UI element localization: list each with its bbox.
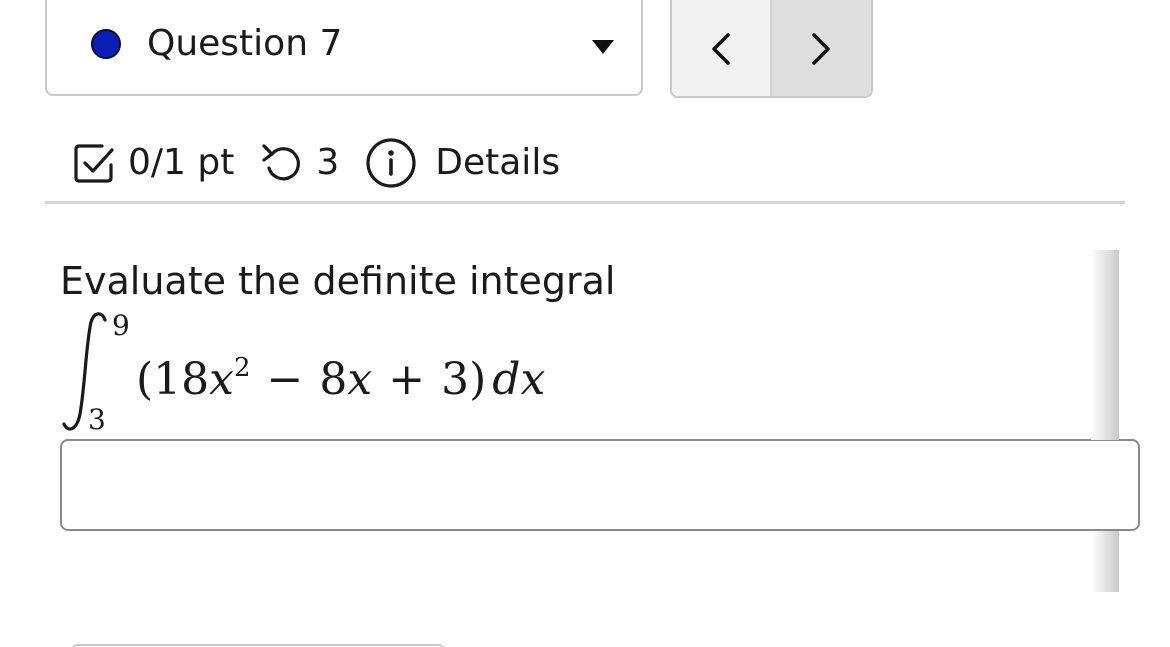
constant-term: 3 (441, 354, 470, 405)
question-label: Question 7 (147, 23, 343, 64)
info-icon[interactable] (365, 137, 417, 189)
integral-upper-limit: 9 (112, 309, 130, 342)
scroll-shadow (1091, 531, 1119, 592)
open-paren: ( (136, 354, 154, 405)
details-link[interactable]: Details (435, 138, 560, 188)
question-status-row: 0/1 pt 3 Details (72, 138, 560, 188)
caret-down-icon (592, 40, 614, 54)
coefficient-b: 8 (319, 354, 348, 405)
exponent: 2 (234, 353, 251, 383)
differential: dx (492, 354, 546, 405)
coefficient-a: 18 (153, 354, 210, 405)
integral-expression: 9 3 (18x2−8x +3) dx (58, 306, 578, 436)
checkbox-icon (72, 141, 116, 185)
question-page: Question 7 0/1 pt 3 Details Evaluate the… (0, 0, 1170, 647)
retry-icon (260, 141, 306, 185)
score-text: 0/1 pt (128, 142, 235, 183)
question-prompt: Evaluate the definite integral (60, 259, 616, 303)
previous-question-button[interactable] (672, 0, 772, 96)
integrand: (18x2−8x +3) dx (136, 332, 545, 416)
attempts-text: 3 (316, 142, 340, 183)
minus-operator: − (266, 354, 304, 405)
question-nav (670, 0, 873, 98)
variable: x (209, 354, 234, 405)
question-dropdown[interactable]: Question 7 (45, 0, 643, 96)
scroll-shadow (1091, 250, 1119, 440)
chevron-left-icon (712, 33, 730, 65)
variable: x (347, 354, 373, 405)
answer-input[interactable] (60, 439, 1140, 531)
next-question-button[interactable] (771, 0, 871, 96)
chevron-right-icon (812, 33, 830, 65)
integral-lower-limit: 3 (88, 403, 106, 436)
question-status-dot (91, 29, 121, 59)
divider (45, 201, 1125, 204)
close-paren: ) (469, 354, 487, 405)
plus-operator: + (388, 354, 426, 405)
